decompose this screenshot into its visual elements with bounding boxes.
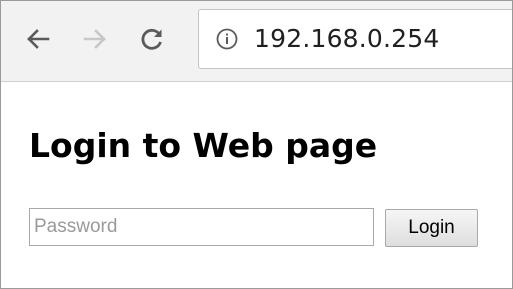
login-button[interactable]: Login (385, 209, 478, 247)
browser-window: 192.168.0.254 Login to Web page Login (0, 0, 513, 289)
page-title: Login to Web page (29, 126, 378, 165)
page-content: Login to Web page Login (1, 82, 512, 288)
info-icon[interactable] (216, 28, 238, 50)
password-field[interactable] (29, 208, 374, 246)
reload-icon (141, 28, 162, 50)
arrow-left-icon (27, 29, 50, 49)
browser-toolbar: 192.168.0.254 (1, 1, 512, 82)
address-bar[interactable]: 192.168.0.254 (198, 9, 512, 69)
back-button[interactable] (21, 22, 55, 56)
arrow-right-icon (83, 29, 106, 49)
reload-button[interactable] (135, 22, 169, 56)
forward-button[interactable] (78, 22, 112, 56)
url-text[interactable]: 192.168.0.254 (254, 24, 440, 53)
